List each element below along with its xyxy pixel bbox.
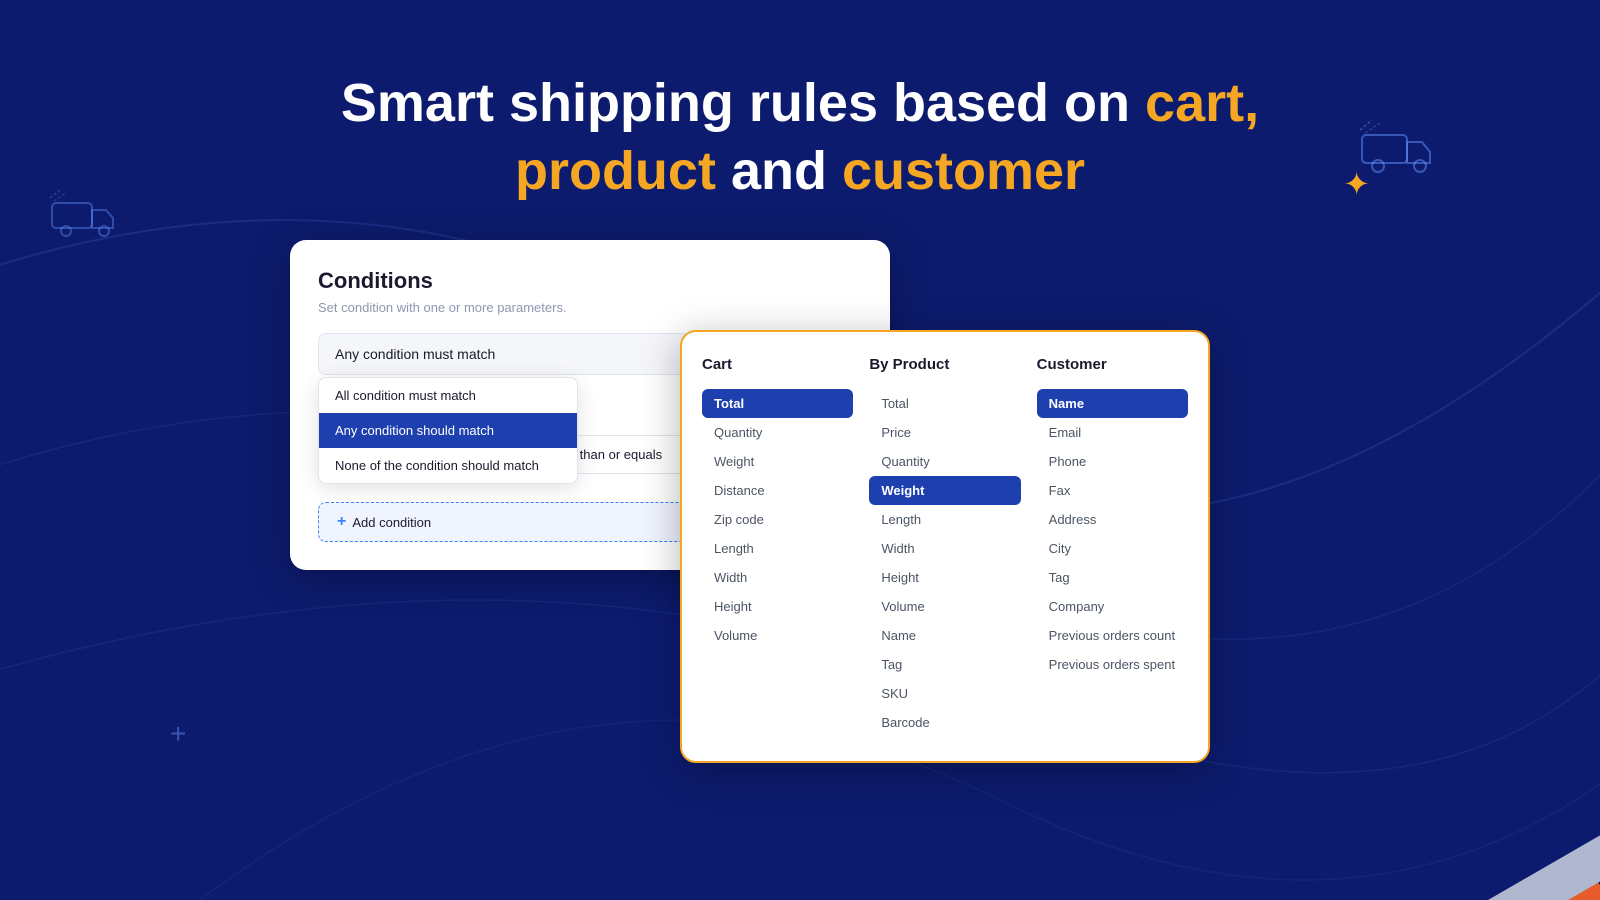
- customer-item-prev-orders-spent[interactable]: Previous orders spent: [1037, 650, 1188, 679]
- product-item-volume[interactable]: Volume: [869, 592, 1020, 621]
- customer-column: Customer Name Email Phone Fax Address Ci…: [1037, 356, 1188, 737]
- product-item-sku[interactable]: SKU: [869, 679, 1020, 708]
- product-item-barcode[interactable]: Barcode: [869, 708, 1020, 737]
- dropdown-option-all[interactable]: All condition must match: [319, 378, 577, 413]
- cart-column-title: Cart: [702, 356, 853, 377]
- customer-item-email[interactable]: Email: [1037, 418, 1188, 447]
- product-item-total[interactable]: Total: [869, 389, 1020, 418]
- category-columns: Cart Total Quantity Weight Distance Zip …: [702, 356, 1188, 737]
- product-item-quantity[interactable]: Quantity: [869, 447, 1020, 476]
- customer-item-city[interactable]: City: [1037, 534, 1188, 563]
- product-item-width[interactable]: Width: [869, 534, 1020, 563]
- customer-item-address[interactable]: Address: [1037, 505, 1188, 534]
- product-item-length[interactable]: Length: [869, 505, 1020, 534]
- product-item-tag[interactable]: Tag: [869, 650, 1020, 679]
- conditions-subtitle: Set condition with one or more parameter…: [318, 300, 862, 315]
- product-item-height[interactable]: Height: [869, 563, 1020, 592]
- cart-item-volume[interactable]: Volume: [702, 621, 853, 650]
- add-condition-label: Add condition: [352, 515, 431, 530]
- plus-icon: +: [337, 513, 346, 531]
- cart-item-width[interactable]: Width: [702, 563, 853, 592]
- plus-decoration: +: [170, 718, 186, 750]
- cart-item-weight[interactable]: Weight: [702, 447, 853, 476]
- byproduct-column-title: By Product: [869, 356, 1020, 377]
- product-item-name[interactable]: Name: [869, 621, 1020, 650]
- heading-section: Smart shipping rules based on cart, prod…: [0, 70, 1600, 205]
- main-heading: Smart shipping rules based on cart, prod…: [0, 70, 1600, 205]
- cart-item-distance[interactable]: Distance: [702, 476, 853, 505]
- dropdown-option-any[interactable]: Any condition should match: [319, 413, 577, 448]
- customer-item-phone[interactable]: Phone: [1037, 447, 1188, 476]
- byproduct-column: By Product Total Price Quantity Weight L…: [869, 356, 1020, 737]
- customer-item-tag[interactable]: Tag: [1037, 563, 1188, 592]
- dropdown-option-none[interactable]: None of the condition should match: [319, 448, 577, 483]
- cart-item-height[interactable]: Height: [702, 592, 853, 621]
- customer-item-company[interactable]: Company: [1037, 592, 1188, 621]
- customer-column-title: Customer: [1037, 356, 1188, 377]
- cart-item-zipcode[interactable]: Zip code: [702, 505, 853, 534]
- cart-column: Cart Total Quantity Weight Distance Zip …: [702, 356, 853, 737]
- condition-match-menu: All condition must match Any condition s…: [318, 377, 578, 484]
- corner-stripe: [1380, 700, 1600, 900]
- conditions-title: Conditions: [318, 268, 862, 294]
- main-container: Conditions Set condition with one or mor…: [290, 240, 890, 570]
- dropdown-selected-value: Any condition must match: [335, 346, 495, 362]
- cart-item-quantity[interactable]: Quantity: [702, 418, 853, 447]
- customer-item-fax[interactable]: Fax: [1037, 476, 1188, 505]
- category-card: Cart Total Quantity Weight Distance Zip …: [680, 330, 1210, 763]
- product-item-weight[interactable]: Weight: [869, 476, 1020, 505]
- cart-item-length[interactable]: Length: [702, 534, 853, 563]
- product-item-price[interactable]: Price: [869, 418, 1020, 447]
- cart-item-total[interactable]: Total: [702, 389, 853, 418]
- customer-item-name[interactable]: Name: [1037, 389, 1188, 418]
- customer-item-prev-orders-count[interactable]: Previous orders count: [1037, 621, 1188, 650]
